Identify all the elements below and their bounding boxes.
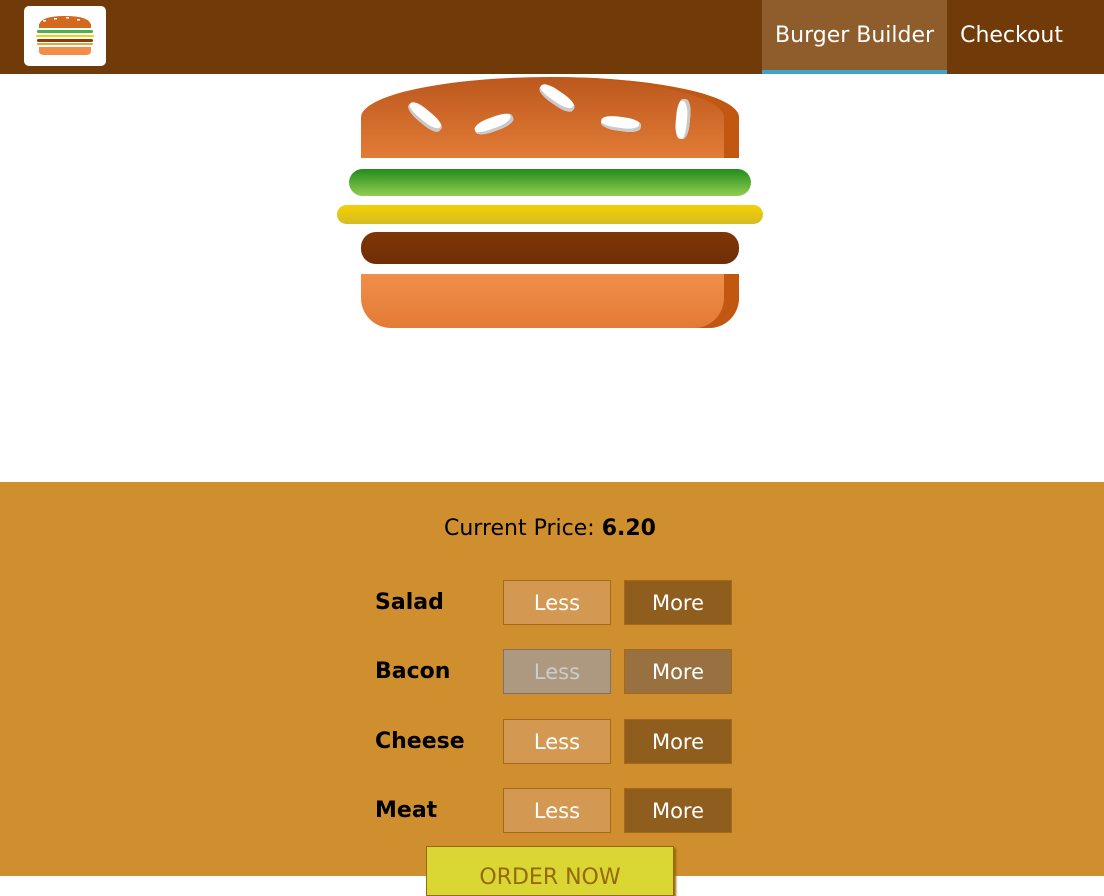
burger-preview	[0, 74, 1104, 482]
bread-bottom	[361, 274, 739, 328]
toolbar: Burger Builder Checkout	[0, 0, 1104, 74]
nav-burger-builder[interactable]: Burger Builder	[762, 0, 948, 74]
control-label: Meat	[375, 798, 438, 823]
meat-more-button[interactable]: More	[624, 788, 732, 833]
burger-logo-icon	[36, 16, 94, 55]
control-row-cheese: Cheese Less More	[375, 719, 735, 765]
salad-less-button[interactable]: Less	[503, 580, 611, 625]
nav-checkout[interactable]: Checkout	[947, 0, 1076, 74]
control-label: Salad	[375, 590, 444, 615]
current-price: Current Price: 6.20	[0, 516, 1100, 541]
ingredient-cheese	[337, 205, 763, 224]
sesame-seed	[536, 80, 578, 116]
sesame-seed	[405, 98, 445, 136]
price-value: 6.20	[601, 516, 656, 541]
sesame-seed	[472, 110, 516, 138]
bread-top	[361, 77, 739, 158]
bacon-more-button[interactable]: More	[624, 649, 732, 694]
meat-less-button[interactable]: Less	[503, 788, 611, 833]
build-controls: Current Price: 6.20 Salad Less More Baco…	[0, 482, 1104, 896]
burger-logo[interactable]	[24, 6, 106, 66]
salad-more-button[interactable]: More	[624, 580, 732, 625]
cheese-more-button[interactable]: More	[624, 719, 732, 764]
ingredient-salad	[349, 169, 751, 196]
bacon-less-button[interactable]: Less	[503, 649, 611, 694]
ingredient-meat	[361, 232, 739, 264]
control-label: Cheese	[375, 729, 465, 754]
price-label: Current Price:	[444, 516, 595, 541]
order-now-button[interactable]: ORDER NOW	[426, 846, 674, 896]
sesame-seed	[674, 98, 692, 140]
sesame-seed	[600, 114, 642, 134]
cheese-less-button[interactable]: Less	[503, 719, 611, 764]
control-row-bacon: Bacon Less More	[375, 649, 735, 695]
control-row-meat: Meat Less More	[375, 788, 735, 834]
main-nav: Burger Builder Checkout	[762, 0, 1104, 74]
control-row-salad: Salad Less More	[375, 580, 735, 626]
control-label: Bacon	[375, 659, 451, 684]
